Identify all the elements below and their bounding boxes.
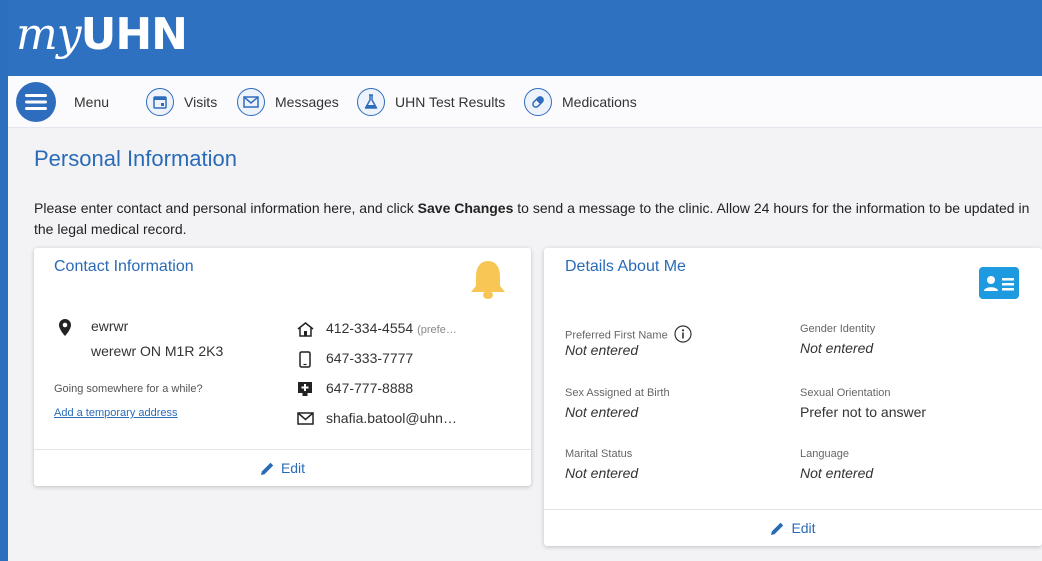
work-phone: 647-777-8888	[326, 380, 414, 396]
marital-status-value: Not entered	[565, 465, 639, 481]
flask-icon	[357, 88, 385, 116]
nav-test-results[interactable]: UHN Test Results	[357, 76, 505, 128]
menu-button[interactable]: Menu	[16, 76, 109, 128]
calendar-icon	[146, 88, 174, 116]
page-title: Personal Information	[34, 146, 237, 171]
sexual-orientation-label: Sexual Orientation	[800, 387, 891, 399]
nav-bar: Menu Visits Messages UHN Test Results Me…	[8, 76, 1042, 128]
address-line-2: werewr ON M1R 2K3	[91, 343, 224, 359]
home-phone-icon	[296, 321, 314, 337]
main-content: Personal Information Please enter contac…	[8, 128, 1042, 561]
marital-status-label: Marital Status	[565, 448, 633, 460]
contact-card-title: Contact Information	[54, 258, 194, 275]
nav-medications-label: Medications	[562, 94, 637, 110]
address-line-1: ewrwr	[91, 318, 129, 334]
details-card-title: Details About Me	[565, 258, 686, 275]
nav-test-results-label: UHN Test Results	[395, 94, 506, 110]
email-icon	[296, 411, 314, 426]
mobile-phone: 647-333-7777	[326, 350, 414, 366]
language-label: Language	[800, 448, 849, 460]
details-about-me-card: Details About Me Preferred First Name No…	[544, 248, 1042, 546]
contact-information-card: Contact Information ewrwr werewr ON M1R …	[34, 248, 531, 486]
nav-visits[interactable]: Visits	[146, 76, 217, 128]
menu-label: Menu	[74, 94, 110, 110]
language-value: Not entered	[800, 465, 874, 481]
pills-icon	[524, 88, 552, 116]
temporary-address-prompt: Going somewhere for a while?	[54, 383, 203, 395]
info-icon[interactable]	[674, 325, 692, 346]
gender-identity-value: Not entered	[800, 340, 874, 356]
contact-edit-button[interactable]: Edit	[34, 449, 531, 486]
hamburger-icon	[16, 82, 56, 122]
home-phone: 412-334-4554 (prefe…	[326, 320, 457, 336]
preferred-first-name-value: Not entered	[565, 342, 639, 358]
intro-text: Please enter contact and personal inform…	[34, 200, 1030, 237]
envelope-icon	[237, 88, 265, 116]
details-edit-label: Edit	[791, 520, 816, 536]
location-pin-icon	[58, 318, 72, 336]
contact-edit-label: Edit	[280, 460, 306, 476]
sexual-orientation-value: Prefer not to answer	[800, 404, 927, 420]
header-banner: myUHN	[8, 0, 1042, 76]
pencil-icon	[260, 462, 274, 475]
bell-icon[interactable]	[466, 258, 510, 302]
pencil-icon	[771, 522, 784, 535]
myuhn-logo[interactable]: myUHN	[16, 6, 188, 64]
mobile-phone-icon	[298, 350, 312, 368]
nav-medications[interactable]: Medications	[524, 76, 637, 128]
left-rail	[0, 0, 8, 561]
add-temporary-address-link[interactable]: Add a temporary address	[54, 407, 178, 419]
sex-assigned-label: Sex Assigned at Birth	[565, 387, 670, 399]
nav-messages[interactable]: Messages	[237, 76, 339, 128]
details-edit-button[interactable]: Edit	[544, 509, 1042, 546]
nav-messages-label: Messages	[275, 94, 339, 110]
save-changes-emphasis: Save Changes	[417, 200, 514, 216]
work-phone-icon	[296, 380, 314, 397]
email-address: shafia.batool@uhn…	[326, 410, 457, 426]
gender-identity-label: Gender Identity	[800, 323, 876, 335]
sex-assigned-value: Not entered	[565, 404, 639, 420]
nav-visits-label: Visits	[184, 94, 218, 110]
id-card-icon	[978, 266, 1020, 300]
preferred-tag: (prefe…	[417, 324, 457, 336]
